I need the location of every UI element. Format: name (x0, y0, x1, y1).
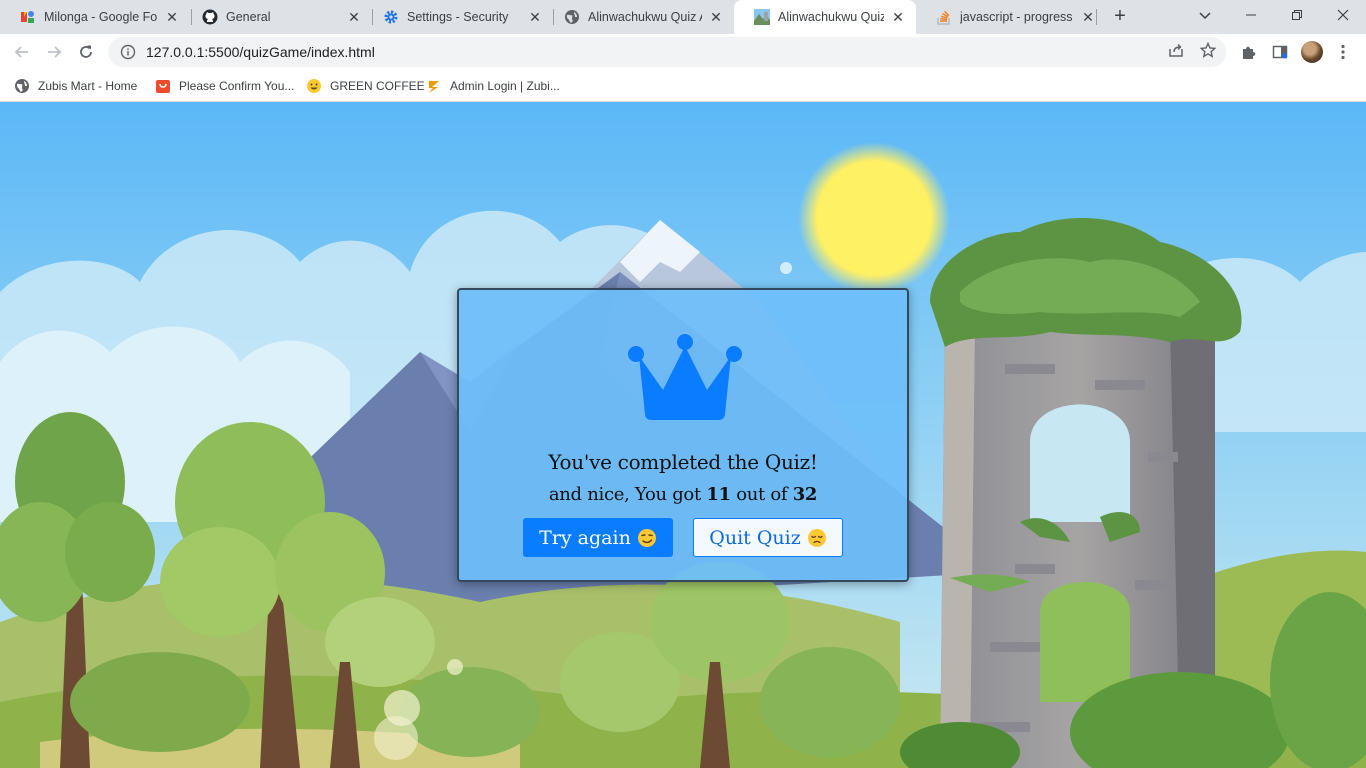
reload-icon (80, 45, 92, 58)
tab-google-fonts[interactable]: Milonga - Google Fonts ✕ (0, 0, 190, 34)
tab-title: Milonga - Google Fonts (44, 10, 158, 24)
shopping-bag-icon (155, 78, 171, 94)
tab-title: javascript - progress bar (960, 10, 1074, 24)
tab-github[interactable]: General ✕ (182, 0, 372, 34)
more-vert-icon (1341, 44, 1345, 60)
close-icon[interactable]: ✕ (527, 9, 543, 25)
close-icon[interactable]: ✕ (346, 9, 362, 25)
close-icon[interactable]: ✕ (1080, 9, 1096, 25)
bookmark-label: Admin Login | Zubi... (450, 79, 560, 93)
score-mid: out of (736, 484, 788, 505)
try-again-button[interactable]: Try again (523, 518, 673, 557)
bookmark-label: Please Confirm You... (179, 79, 295, 93)
tab-settings-security[interactable]: Settings - Security ✕ (363, 0, 553, 34)
score-total: 32 (792, 484, 818, 505)
gear-icon (383, 9, 399, 25)
minimize-button[interactable] (1228, 0, 1274, 30)
bookmark-label: Zubis Mart - Home (38, 79, 138, 93)
close-icon[interactable]: ✕ (890, 9, 906, 25)
browser-menu-button[interactable] (1335, 42, 1351, 62)
close-icon (1337, 9, 1349, 21)
side-panel-button[interactable] (1271, 43, 1289, 61)
crown-icon (628, 334, 742, 420)
globe-icon (564, 9, 580, 25)
try-again-label: Try again (539, 526, 631, 549)
bookmark-zubis-mart[interactable]: Zubis Mart - Home (14, 76, 137, 96)
bookmark-label: GREEN COFFEE (330, 79, 425, 93)
tab-title: Settings - Security (407, 10, 509, 24)
info-icon[interactable] (120, 44, 136, 60)
browser-toolbar: 127.0.0.1:5500/quizGame/index.html (0, 34, 1366, 70)
tab-stackoverflow[interactable]: javascript - progress bar ✕ (916, 0, 1106, 34)
landscape-icon (754, 9, 770, 25)
reload-button[interactable] (73, 39, 99, 65)
address-bar[interactable]: 127.0.0.1:5500/quizGame/index.html (108, 37, 1226, 67)
bookmark-please-confirm[interactable]: Please Confirm You... (155, 76, 294, 96)
quiz-result-modal: You've completed the Quiz! and nice, You… (457, 288, 909, 582)
bookmark-star-button[interactable] (1199, 41, 1217, 59)
tab-title: Alinwachukwu Quiz App (778, 10, 884, 24)
profile-avatar[interactable] (1301, 41, 1323, 63)
score-value: 11 (706, 484, 731, 505)
stackoverflow-icon (936, 9, 952, 25)
bookmark-green-coffee[interactable]: GREEN COFFEE (306, 76, 425, 96)
close-icon[interactable]: ✕ (708, 9, 724, 25)
close-icon[interactable]: ✕ (164, 9, 180, 25)
close-window-button[interactable] (1320, 0, 1366, 30)
side-panel-icon (1272, 45, 1288, 59)
arrow-left-icon (14, 46, 28, 58)
globe-icon (14, 78, 30, 94)
share-icon (1169, 43, 1183, 57)
star-icon (1200, 42, 1216, 58)
puzzle-icon (1243, 46, 1256, 59)
restore-icon (1292, 10, 1302, 20)
bookmarks-bar: Zubis Mart - Home Please Confirm You... … (0, 70, 1366, 102)
chevron-down-icon (1199, 12, 1211, 20)
arrow-right-icon (48, 46, 62, 58)
extensions-button[interactable] (1239, 43, 1257, 61)
github-icon (202, 9, 218, 25)
sad-emoji-icon (807, 528, 826, 547)
restore-button[interactable] (1274, 0, 1320, 30)
completion-message: You've completed the Quiz! (548, 450, 818, 474)
score-prefix: and nice, You got (548, 484, 701, 505)
zubi-icon (426, 78, 442, 94)
tab-title: Alinwachukwu Quiz App (588, 10, 702, 24)
forward-button[interactable] (41, 39, 67, 65)
share-button[interactable] (1167, 41, 1185, 59)
bookmark-admin-login[interactable]: Admin Login | Zubi... (426, 76, 560, 96)
score-message: and nice, You got 11 out of 32 (459, 484, 907, 505)
smirk-emoji-icon (637, 528, 656, 547)
tab-strip: Milonga - Google Fonts ✕ General ✕ Setti… (0, 0, 1366, 34)
smiley-icon (306, 78, 322, 94)
google-fonts-icon (20, 9, 36, 25)
new-tab-button[interactable]: + (1108, 5, 1132, 29)
minimize-icon (1246, 14, 1256, 16)
quit-quiz-label: Quit Quiz (709, 526, 801, 549)
tab-quiz-app-1[interactable]: Alinwachukwu Quiz App ✕ (544, 0, 734, 34)
url-text: 127.0.0.1:5500/quizGame/index.html (146, 44, 375, 60)
quit-quiz-button[interactable]: Quit Quiz (693, 518, 843, 557)
tab-separator (1096, 9, 1097, 25)
tab-title: General (226, 10, 271, 24)
tab-search-button[interactable] (1182, 0, 1228, 30)
back-button[interactable] (9, 39, 35, 65)
tab-quiz-app-active[interactable]: Alinwachukwu Quiz App ✕ (734, 0, 916, 34)
